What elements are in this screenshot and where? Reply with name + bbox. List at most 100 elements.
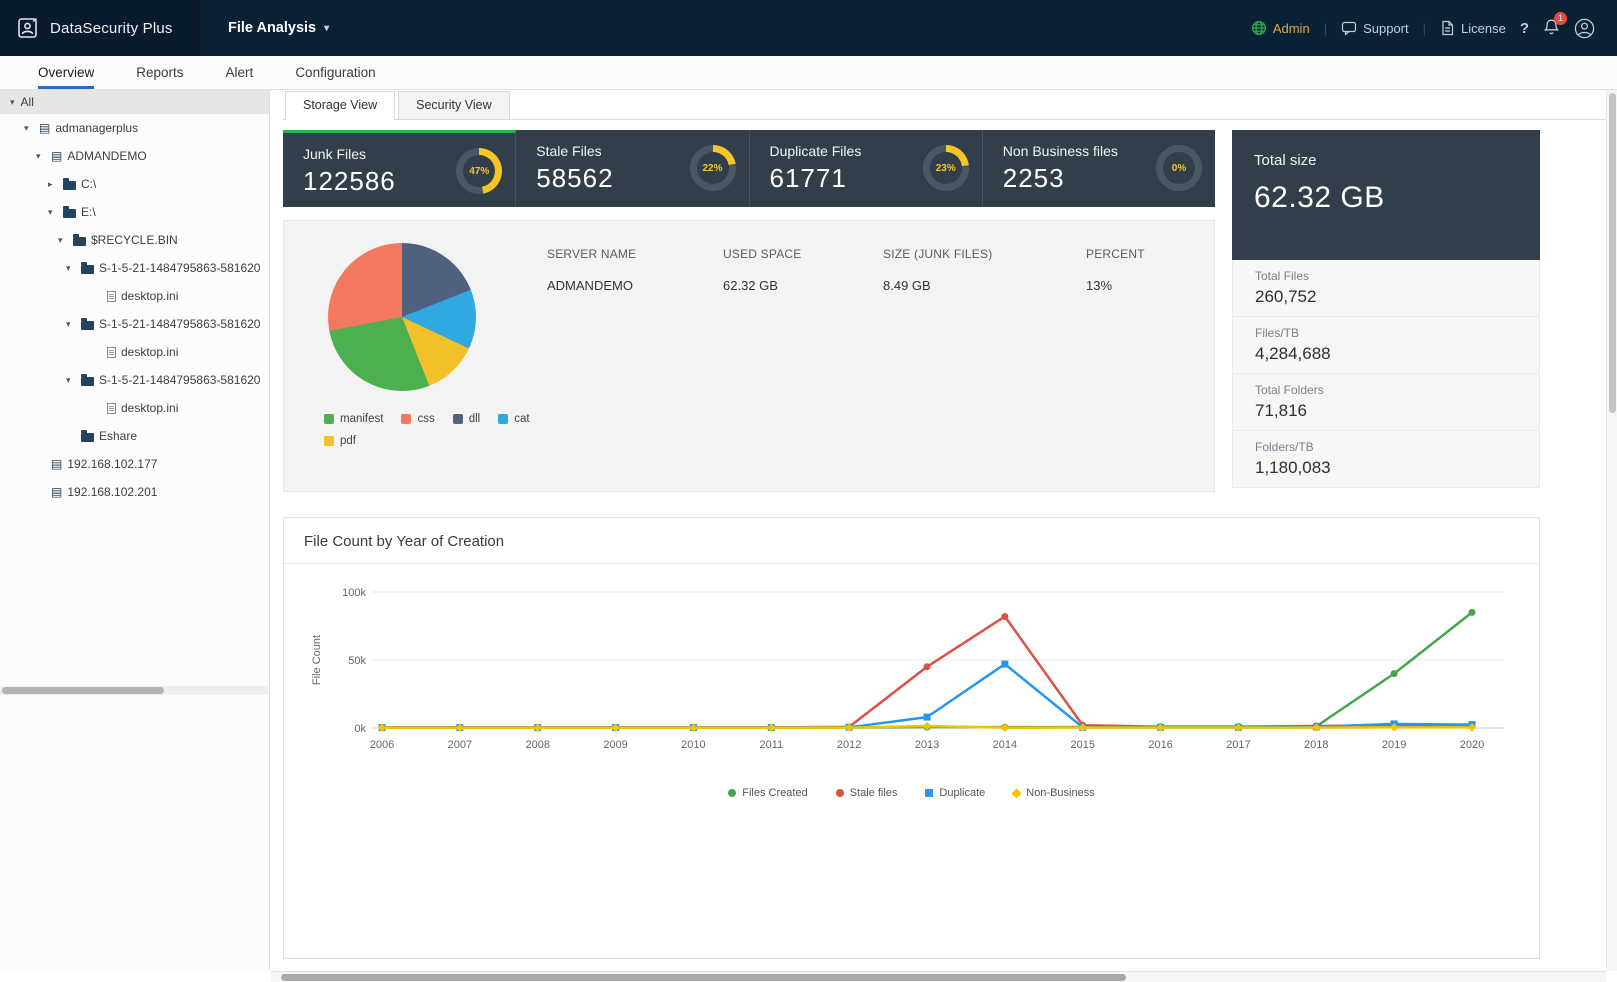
vertical-scrollbar[interactable] bbox=[1606, 90, 1617, 971]
summary-value: 1,180,083 bbox=[1255, 458, 1331, 477]
tree-item-label: desktop.ini bbox=[121, 401, 179, 415]
chart-legend-item-stale-files[interactable]: Stale files bbox=[835, 787, 898, 799]
divider: | bbox=[1422, 20, 1427, 36]
tree-item-c[interactable]: ▸ C:\ bbox=[0, 170, 269, 198]
profile-button[interactable] bbox=[1574, 18, 1595, 39]
line-chart-legend: Files Created Stale files Duplicate Non-Bus… bbox=[304, 787, 1519, 799]
legend-swatch bbox=[452, 414, 463, 424]
tree-item-label: S-1-5-21-1484795863-581620 bbox=[99, 373, 261, 387]
pie-legend-item-manifest[interactable]: manifest bbox=[324, 413, 383, 425]
summary-row-folders-tb: Folders/TB 1,180,083 bbox=[1232, 431, 1540, 488]
chart-title: File Count by Year of Creation bbox=[304, 533, 505, 550]
tree-item-192-168-102-177[interactable]: 192.168.102.177 bbox=[0, 450, 269, 478]
tree-item-desktop-ini[interactable]: desktop.ini bbox=[0, 282, 269, 310]
module-selector[interactable]: File Analysis ▾ bbox=[228, 20, 329, 36]
sidebar-horizontal-scrollbar[interactable] bbox=[0, 686, 268, 695]
tree-item-label: Eshare bbox=[99, 429, 138, 443]
support-link[interactable]: Support bbox=[1341, 20, 1409, 36]
folder-icon bbox=[81, 261, 94, 274]
summary-value: 260,752 bbox=[1255, 287, 1317, 306]
chart-area: 0k 50k 100k 2006 2007 2008 2009 2010 2011 2012 201… bbox=[304, 580, 1519, 777]
total-size-value: 62.32 GB bbox=[1254, 181, 1385, 214]
scrollbar-thumb[interactable] bbox=[1609, 93, 1616, 413]
legend-swatch bbox=[324, 414, 334, 424]
x-tick-label: 2012 bbox=[837, 739, 861, 751]
percent-donut: 22% bbox=[689, 145, 736, 191]
tree-item-desktop-ini[interactable]: desktop.ini bbox=[0, 338, 269, 366]
pie-legend-item-css[interactable]: css bbox=[401, 413, 435, 425]
file-type-pie-chart[interactable] bbox=[328, 243, 476, 391]
notifications-button[interactable]: 1 bbox=[1543, 11, 1567, 39]
stat-card-stale-files[interactable]: Stale Files 58562 22% bbox=[516, 130, 750, 207]
tree-item-recycle-bin[interactable]: ▾ $RECYCLE.BIN bbox=[0, 226, 269, 254]
tree-down-arrow-icon[interactable]: ▾ bbox=[58, 235, 68, 246]
storage-overview-panel: manifest css dll cat pdf SERVER NAME USED SPA… bbox=[283, 220, 1215, 492]
stat-card-duplicate-files[interactable]: Duplicate Files 61771 23% bbox=[749, 130, 983, 207]
nav-tab-configuration[interactable]: Configuration bbox=[295, 56, 375, 89]
brand[interactable]: DataSecurity Plus bbox=[0, 0, 200, 56]
y-tick-label: 50k bbox=[348, 655, 366, 667]
legend-marker bbox=[728, 789, 737, 797]
chart-legend-item-non-business[interactable]: Non-Business bbox=[1011, 787, 1095, 799]
chart-legend-item-files-created[interactable]: Files Created bbox=[728, 787, 808, 799]
table-header: PERCENT bbox=[1086, 247, 1145, 261]
tree-down-arrow-icon[interactable]: ▾ bbox=[66, 375, 76, 386]
horizontal-scrollbar[interactable] bbox=[271, 971, 1606, 982]
legend-label: dll bbox=[468, 413, 481, 425]
scrollbar-thumb[interactable] bbox=[2, 687, 164, 694]
tree-item-s-1-5-21-1484795863-581620[interactable]: ▾ S-1-5-21-1484795863-581620 bbox=[0, 254, 269, 282]
pie-legend-item-pdf[interactable]: pdf bbox=[324, 435, 356, 447]
tree-item-s-1-5-21-1484795863-581620[interactable]: ▾ S-1-5-21-1484795863-581620 bbox=[0, 366, 269, 394]
file-count-line-chart[interactable]: 0k 50k 100k 2006 2007 2008 2009 2010 2011 2012 201… bbox=[304, 580, 1516, 772]
tree-down-arrow-icon[interactable]: ▾ bbox=[24, 123, 34, 134]
server-icon bbox=[51, 485, 62, 499]
divider bbox=[284, 563, 1539, 564]
pie-legend-item-cat[interactable]: cat bbox=[498, 413, 530, 425]
table-cell: ADMANDEMO bbox=[547, 278, 633, 293]
tree-item-label: S-1-5-21-1484795863-581620 bbox=[99, 317, 261, 331]
x-tick-label: 2016 bbox=[1148, 739, 1172, 751]
legend-label: Stale files bbox=[849, 787, 898, 799]
help-button[interactable]: ? bbox=[1520, 20, 1529, 37]
tree-item-eshare[interactable]: Eshare bbox=[0, 422, 269, 450]
file-count-chart-panel: File Count by Year of Creation 0k 50k 100k… bbox=[283, 517, 1540, 959]
license-link[interactable]: License bbox=[1440, 20, 1506, 36]
admin-link[interactable]: Admin bbox=[1251, 20, 1310, 36]
tree-item-192-168-102-201[interactable]: 192.168.102.201 bbox=[0, 478, 269, 506]
tree-down-arrow-icon[interactable]: ▾ bbox=[48, 207, 58, 218]
nav-tab-overview[interactable]: Overview bbox=[38, 56, 94, 89]
tree-item-admandemo[interactable]: ▾ ADMANDEMO bbox=[0, 142, 269, 170]
folder-icon bbox=[81, 429, 94, 442]
table-cell: 13% bbox=[1086, 278, 1113, 293]
tree-down-arrow-icon[interactable]: ▾ bbox=[66, 263, 76, 274]
tree-item-s-1-5-21-1484795863-581620[interactable]: ▾ S-1-5-21-1484795863-581620 bbox=[0, 310, 269, 338]
tree-down-arrow-icon[interactable]: ▾ bbox=[66, 319, 76, 330]
user-avatar-icon bbox=[1574, 18, 1595, 38]
nav-tab-reports[interactable]: Reports bbox=[136, 56, 183, 89]
tree-item-e[interactable]: ▾ E:\ bbox=[0, 198, 269, 226]
chart-legend-item-duplicate[interactable]: Duplicate bbox=[925, 787, 985, 799]
series-marker bbox=[1390, 670, 1398, 678]
tree-root-all[interactable]: ▾ All bbox=[0, 90, 269, 114]
server-usage-table: SERVER NAME USED SPACE SIZE (JUNK FILES) PE… bbox=[547, 247, 1196, 293]
app-window: DataSecurity Plus File Analysis ▾ Admin … bbox=[0, 0, 1617, 982]
view-tab-storage-view[interactable]: Storage View bbox=[285, 91, 396, 120]
tree-right-arrow-icon[interactable]: ▸ bbox=[48, 179, 58, 190]
x-tick-label: 2010 bbox=[681, 739, 705, 751]
scrollbar-thumb[interactable] bbox=[281, 974, 1126, 981]
series-marker bbox=[1001, 660, 1009, 668]
dashboard-content: Junk Files 122586 47% Stale Files 58562 22% Du… bbox=[283, 130, 1540, 959]
divider: | bbox=[1323, 20, 1328, 36]
stat-card-non-business-files[interactable]: Non Business files 2253 0% bbox=[982, 130, 1215, 207]
stat-card-junk-files[interactable]: Junk Files 122586 47% bbox=[283, 130, 517, 207]
tree-item-desktop-ini[interactable]: desktop.ini bbox=[0, 394, 269, 422]
summary-value: 4,284,688 bbox=[1255, 344, 1331, 363]
view-tab-security-view[interactable]: Security View bbox=[398, 91, 510, 119]
tree-down-arrow-icon[interactable]: ▾ bbox=[10, 97, 15, 108]
tree-item-admanagerplus[interactable]: ▾ admanagerplus bbox=[0, 114, 269, 142]
pie-legend-item-dll[interactable]: dll bbox=[452, 413, 481, 425]
nav-tab-alert[interactable]: Alert bbox=[226, 56, 254, 89]
y-tick-label: 100k bbox=[342, 587, 366, 599]
tree-down-arrow-icon[interactable]: ▾ bbox=[36, 151, 46, 162]
folder-icon bbox=[63, 205, 76, 218]
